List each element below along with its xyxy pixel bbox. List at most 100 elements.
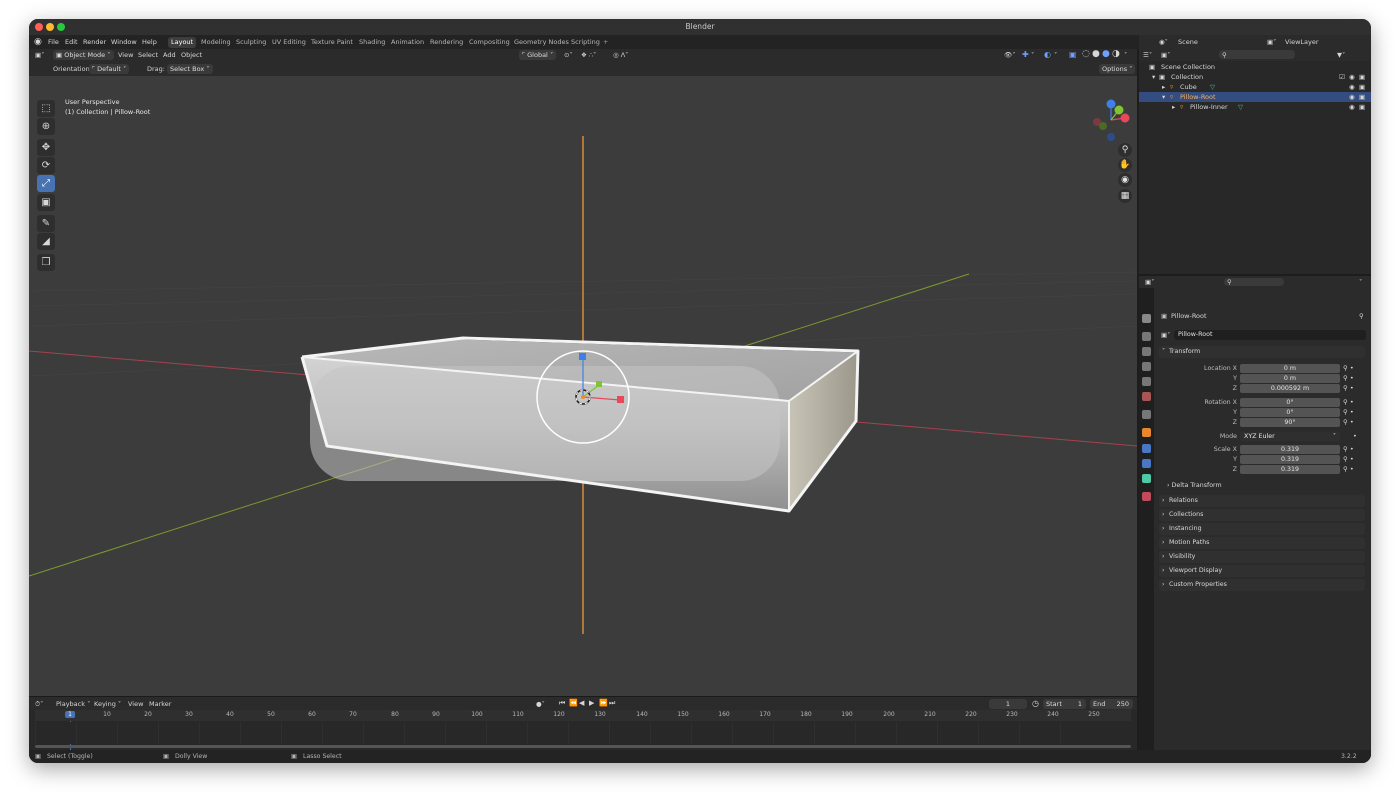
visibility-eye-icon[interactable]: ◉: [1349, 72, 1355, 82]
annotate-tool[interactable]: ✎: [37, 215, 55, 232]
menu-help[interactable]: Help: [142, 35, 157, 49]
move-tool[interactable]: ✥: [37, 139, 55, 156]
modifier-tab-icon[interactable]: [1142, 444, 1151, 453]
properties-editor-icon[interactable]: ▣˅: [1145, 278, 1154, 286]
custom-properties-panel-header[interactable]: › Custom Properties: [1159, 579, 1365, 591]
world-tab-icon[interactable]: [1142, 392, 1151, 401]
view-layer-tab-icon[interactable]: [1142, 362, 1151, 371]
3d-viewport[interactable]: User Perspective (1) Collection | Pillow…: [29, 76, 1137, 696]
shading-wireframe-icon[interactable]: ◌: [1082, 49, 1090, 59]
current-frame-field[interactable]: 1: [989, 699, 1027, 709]
rotation-mode-dropdown[interactable]: XYZ Euler ˅: [1240, 432, 1340, 441]
jump-keyframe-forward-icon[interactable]: ⏩: [599, 699, 608, 707]
object-tab-icon[interactable]: [1142, 428, 1151, 437]
shading-solid-icon[interactable]: ●: [1092, 49, 1100, 59]
collection-tab-icon[interactable]: [1142, 410, 1151, 419]
visibility-eye-icon[interactable]: ◉: [1349, 92, 1355, 102]
minimize-window-button[interactable]: [46, 23, 54, 31]
tab-geometry-nodes[interactable]: Geometry Nodes: [511, 37, 572, 48]
expand-arrow-icon[interactable]: ▾: [1152, 72, 1155, 82]
viewport-menu-object[interactable]: Object: [181, 51, 202, 59]
pivot-point-icon[interactable]: ⊙˅: [564, 51, 573, 59]
pan-view-button[interactable]: ✋: [1118, 158, 1132, 172]
gizmo-dropdown-icon[interactable]: ˅: [1031, 51, 1034, 59]
zoom-view-button[interactable]: ⚲: [1118, 143, 1132, 157]
lock-icon[interactable]: ⚲ •: [1343, 384, 1354, 392]
shading-dropdown-icon[interactable]: ˅: [1124, 51, 1127, 59]
proportional-editing-icon[interactable]: ◎ Λ˅: [613, 51, 628, 59]
add-workspace-button[interactable]: +: [600, 37, 611, 48]
scale-z-field[interactable]: 0.319: [1240, 465, 1340, 474]
tab-modeling[interactable]: Modeling: [198, 37, 234, 48]
transform-orientation-dropdown[interactable]: ⌜ Global ˅: [519, 50, 557, 60]
start-frame-field[interactable]: Start 1: [1043, 699, 1086, 709]
lock-icon[interactable]: ⚲ •: [1343, 455, 1354, 463]
lock-icon[interactable]: ⚲ •: [1343, 465, 1354, 473]
render-tab-icon[interactable]: [1142, 332, 1151, 341]
outliner-filter-icon[interactable]: ▼˅: [1337, 51, 1345, 59]
collections-panel-header[interactable]: › Collections: [1159, 509, 1365, 521]
lock-icon[interactable]: ⚲ •: [1343, 374, 1354, 382]
menu-render[interactable]: Render: [83, 35, 106, 49]
rotation-x-field[interactable]: 0°: [1240, 398, 1340, 407]
zoom-window-button[interactable]: [57, 23, 65, 31]
tab-compositing[interactable]: Compositing: [466, 37, 513, 48]
jump-keyframe-back-icon[interactable]: ⏪: [569, 699, 578, 707]
blender-logo-icon[interactable]: ◉: [34, 35, 42, 49]
jump-start-icon[interactable]: ⏮: [559, 699, 565, 708]
outliner-row-collection[interactable]: ▾ ▣ Collection ☑ ◉ ▣: [1139, 72, 1371, 82]
location-x-field[interactable]: 0 m: [1240, 364, 1340, 373]
outliner-row-pillow-root[interactable]: ▾ ▿ Pillow-Root ◉ ▣: [1139, 92, 1371, 102]
tab-animation[interactable]: Animation: [388, 37, 427, 48]
rotation-y-field[interactable]: 0°: [1240, 408, 1340, 417]
tab-scripting[interactable]: Scripting: [568, 37, 603, 48]
expand-arrow-icon[interactable]: ▾: [1162, 92, 1165, 102]
lock-icon[interactable]: ⚲ •: [1343, 408, 1354, 416]
close-window-button[interactable]: [35, 23, 43, 31]
add-cube-tool[interactable]: ❒: [37, 254, 55, 271]
relations-panel-header[interactable]: › Relations: [1159, 495, 1365, 507]
axis-orientation-gizmo[interactable]: [1089, 96, 1133, 142]
orientation-dropdown[interactable]: ⌜ Default ˅: [89, 64, 130, 74]
drag-dropdown[interactable]: Select Box ˅: [167, 64, 213, 74]
delta-transform-subpanel[interactable]: › Delta Transform: [1167, 481, 1222, 491]
rotation-z-field[interactable]: 90°: [1240, 418, 1340, 427]
outliner-row-cube[interactable]: ▸ ▿ Cube ▽ ◉ ▣: [1139, 82, 1371, 92]
lock-icon[interactable]: ⚲ •: [1343, 364, 1354, 372]
viewlayer-name[interactable]: ViewLayer: [1285, 38, 1319, 46]
camera-view-button[interactable]: ◉: [1118, 173, 1132, 187]
object-name-field[interactable]: Pillow-Root: [1174, 330, 1366, 340]
expand-arrow-icon[interactable]: ▸: [1172, 102, 1175, 112]
lock-icon[interactable]: ⚲ •: [1343, 445, 1354, 453]
navigation-gizmo[interactable]: [1089, 96, 1133, 142]
editor-type-icon[interactable]: ▣˅: [35, 51, 44, 59]
shading-material-preview-icon[interactable]: ●: [1102, 49, 1110, 59]
object-mode-dropdown[interactable]: ▣ Object Mode ˅: [53, 50, 114, 60]
frame-ruler[interactable]: 1 10 20 30 40 50 60 70 80 90 100 110 120…: [35, 710, 1131, 721]
auto-keying-icon[interactable]: ●˅: [536, 700, 545, 708]
exclude-checkbox-icon[interactable]: ☑: [1339, 72, 1345, 82]
instancing-panel-header[interactable]: › Instancing: [1159, 523, 1365, 535]
visibility-selectability-icon[interactable]: 👁˅: [1004, 51, 1016, 59]
xray-toggle-icon[interactable]: ▣: [1069, 50, 1077, 59]
tab-uv-editing[interactable]: UV Editing: [269, 37, 309, 48]
menu-file[interactable]: File: [48, 35, 59, 49]
motion-paths-panel-header[interactable]: › Motion Paths: [1159, 537, 1365, 549]
render-camera-icon[interactable]: ▣: [1359, 92, 1365, 102]
constraints-tab-icon[interactable]: [1142, 474, 1151, 483]
tab-layout[interactable]: Layout: [168, 37, 197, 48]
timeline-menu-view[interactable]: View: [128, 700, 143, 708]
outliner-search-input[interactable]: ⚲: [1219, 50, 1295, 59]
location-y-field[interactable]: 0 m: [1240, 374, 1340, 383]
end-frame-field[interactable]: End 250: [1090, 699, 1133, 709]
play-reverse-icon[interactable]: ◀: [579, 699, 584, 707]
cursor-tool[interactable]: ⊕: [37, 118, 55, 135]
tab-shading[interactable]: Shading: [356, 37, 388, 48]
viewport-menu-view[interactable]: View: [118, 51, 133, 59]
outliner-row-scene-collection[interactable]: ▣ Scene Collection: [1139, 62, 1371, 72]
scale-y-field[interactable]: 0.319: [1240, 455, 1340, 464]
filter-type-icon[interactable]: ▣˅: [1161, 51, 1170, 59]
tab-texture-paint[interactable]: Texture Paint: [308, 37, 356, 48]
texture-tab-icon[interactable]: [1142, 492, 1151, 501]
play-icon[interactable]: ▶: [589, 699, 594, 707]
